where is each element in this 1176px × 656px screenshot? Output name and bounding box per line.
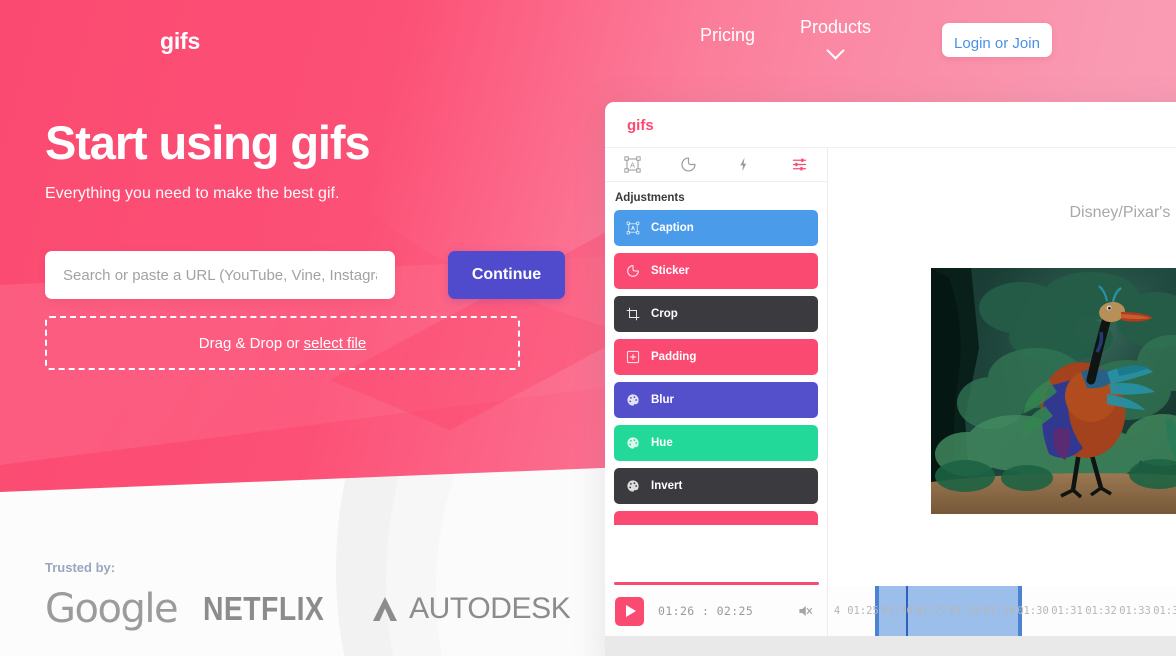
netflix-logo: NETFLIX	[203, 590, 325, 627]
adjustment-blur[interactable]: Blur	[614, 382, 818, 418]
continue-button[interactable]: Continue	[448, 251, 565, 299]
timeline-tick: 01:29	[983, 605, 1015, 617]
lightning-icon	[740, 157, 747, 172]
app-body: A Adjustments A Caption Sticker Crop Pad…	[605, 148, 1176, 586]
time-display: 01:26 : 02:25	[658, 604, 754, 618]
timeline-tick: 01:31	[1051, 605, 1083, 617]
video-title: Disney/Pixar's Up -	[1069, 204, 1176, 221]
tool-tab-effects[interactable]	[716, 156, 772, 173]
player-controls: 01:26 : 02:25	[605, 582, 828, 636]
hero-section: Start using gifs Everything you need to …	[45, 116, 585, 203]
adjustment-invert[interactable]: Invert	[614, 468, 818, 504]
trusted-by-label: Trusted by:	[45, 560, 116, 575]
trusted-by-logos: Google NETFLIX AUTODESK	[45, 586, 571, 632]
palette-icon	[626, 436, 640, 450]
app-logo: gifs	[627, 117, 654, 134]
nav-link-products[interactable]: Products	[800, 17, 872, 60]
timeline-tick: 01:32	[1085, 605, 1117, 617]
nav-link-pricing[interactable]: Pricing	[700, 25, 755, 46]
palette-icon	[626, 479, 640, 493]
file-dropzone[interactable]: Drag & Drop or select file	[45, 316, 520, 370]
player-bar: 01:26 : 02:25 4 01:25 01:26 01:27 01:28 …	[605, 582, 1176, 636]
timeline-tick: 4	[833, 605, 841, 617]
adjustment-sticker[interactable]: Sticker	[614, 253, 818, 289]
login-or-join-button[interactable]: Login or Join	[942, 23, 1052, 57]
google-logo: Google	[45, 586, 179, 632]
crop-icon	[626, 307, 640, 321]
autodesk-mark-icon	[373, 597, 398, 621]
timeline-tick: 01:34	[1153, 605, 1176, 617]
palette-icon	[626, 393, 640, 407]
tool-tab-caption[interactable]: A	[605, 156, 661, 173]
nav-products-label: Products	[800, 17, 872, 37]
app-header: gifs	[605, 102, 1176, 148]
adjustment-invert-label: Invert	[651, 480, 683, 492]
trusted-by-section: Trusted by: Google NETFLIX AUTODESK	[45, 560, 571, 632]
adjustment-padding[interactable]: Padding	[614, 339, 818, 375]
tool-tab-sticker[interactable]	[661, 156, 717, 173]
sliders-icon	[792, 158, 806, 171]
adjustment-next-partial[interactable]	[614, 511, 818, 525]
play-button[interactable]	[615, 596, 644, 626]
adjustment-padding-label: Padding	[651, 351, 697, 363]
dropzone-label: Drag & Drop or	[198, 334, 300, 352]
progress-bar[interactable]	[614, 582, 819, 585]
search-input[interactable]	[45, 251, 395, 299]
adjustment-blur-label: Blur	[651, 394, 674, 406]
play-icon	[625, 605, 636, 617]
svg-text:A: A	[631, 226, 635, 232]
search-row: Continue	[45, 251, 565, 299]
adjustment-crop[interactable]: Crop	[614, 296, 818, 332]
video-preview[interactable]	[931, 268, 1176, 514]
timeline-tick: 01:27	[915, 605, 947, 617]
mute-icon	[799, 606, 813, 616]
adjustment-hue[interactable]: Hue	[614, 425, 818, 461]
adjustment-hue-label: Hue	[651, 437, 673, 449]
app-preview-panel: gifs A Adjustments A Caption Sticker Cro…	[605, 102, 1176, 656]
caption-icon: A	[624, 156, 641, 173]
sticker-icon	[681, 157, 696, 172]
hero-subtitle: Everything you need to make the best gif…	[45, 184, 340, 202]
timeline-tick: 01:30	[1017, 605, 1049, 617]
svg-text:A: A	[630, 160, 635, 169]
padding-icon	[626, 350, 640, 364]
adjustment-crop-label: Crop	[651, 308, 678, 320]
select-file-link[interactable]: select file	[304, 335, 367, 352]
chevron-down-icon	[826, 41, 845, 60]
autodesk-logo-text: AUTODESK	[409, 592, 571, 625]
adjustments-section-title: Adjustments	[615, 192, 685, 204]
caption-icon: A	[626, 221, 640, 235]
timeline-tick: 01:25	[847, 605, 879, 617]
timeline-tick: 01:33	[1119, 605, 1151, 617]
sticker-icon	[626, 264, 640, 278]
timeline[interactable]: 4 01:25 01:26 01:27 01:28 01:29 01:30 01…	[828, 586, 1176, 636]
timeline-tick: 01:26	[881, 605, 913, 617]
page-title: Start using gifs	[45, 116, 371, 169]
app-panel-footer	[605, 636, 1176, 656]
adjustment-caption-label: Caption	[651, 222, 694, 234]
site-logo[interactable]: gifs	[160, 28, 200, 55]
tool-tab-adjustments[interactable]	[772, 156, 828, 173]
video-frame-image	[931, 268, 1176, 514]
adjustment-caption[interactable]: A Caption	[614, 210, 818, 246]
top-navigation: gifs Pricing Products Login or Join	[0, 0, 1176, 78]
adjustment-sticker-label: Sticker	[651, 265, 690, 277]
adjustments-list: A Caption Sticker Crop Padding Blur Hue …	[605, 210, 827, 525]
mute-button[interactable]	[795, 601, 815, 621]
timeline-ticks: 4 01:25 01:26 01:27 01:28 01:29 01:30 01…	[828, 586, 1176, 636]
page-root: gifs Pricing Products Login or Join Star…	[0, 0, 1176, 656]
timeline-tick: 01:28	[949, 605, 981, 617]
app-sidebar: A Adjustments A Caption Sticker Crop Pad…	[605, 148, 828, 586]
autodesk-logo: AUTODESK	[370, 592, 571, 626]
tool-tab-bar: A	[605, 148, 827, 182]
app-preview-area: Disney/Pixar's Up -	[828, 148, 1176, 586]
